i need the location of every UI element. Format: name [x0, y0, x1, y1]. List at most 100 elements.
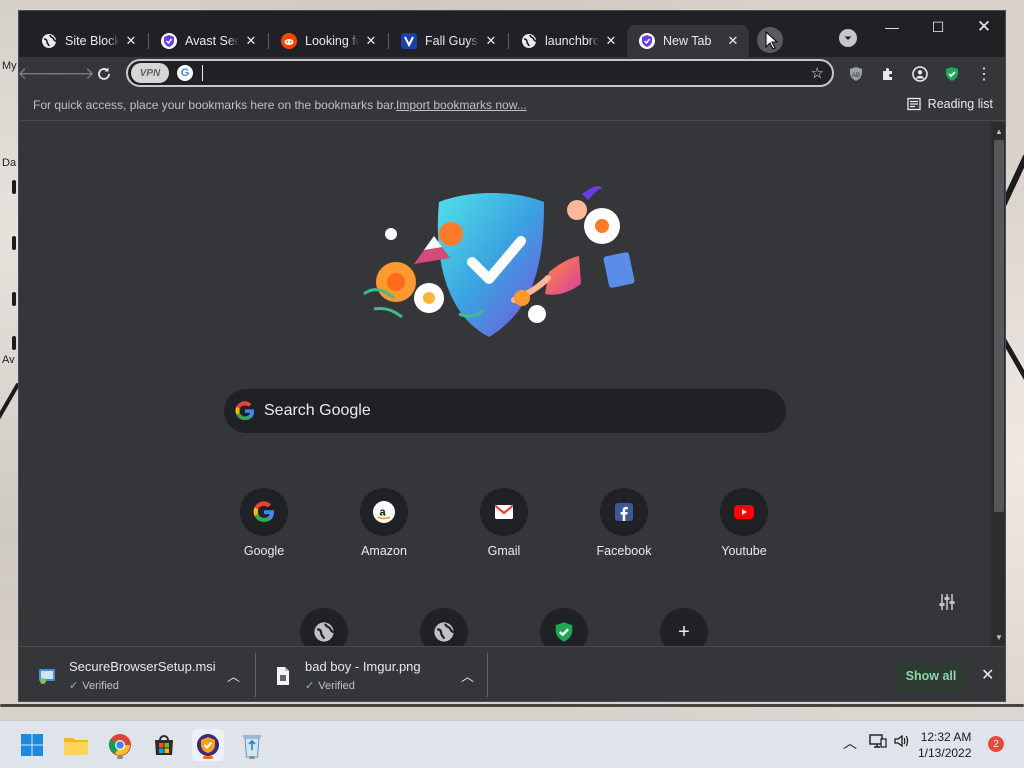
- address-bar[interactable]: VPN G ☆: [126, 59, 834, 87]
- shortcut-google[interactable]: Google: [216, 488, 312, 558]
- tab-title: Looking for: [305, 34, 359, 48]
- extensions-puzzle-icon[interactable]: [877, 63, 899, 85]
- minimize-button[interactable]: —: [869, 13, 915, 41]
- chevron-up-icon[interactable]: ︿: [227, 666, 240, 685]
- reading-list-button[interactable]: Reading list: [907, 97, 993, 111]
- show-all-downloads-button[interactable]: Show all: [895, 662, 967, 690]
- network-icon[interactable]: [869, 733, 887, 752]
- shortcut-gmail[interactable]: Gmail: [456, 488, 552, 558]
- globe-icon: [314, 622, 334, 642]
- volume-icon[interactable]: [893, 733, 909, 752]
- chevron-up-icon[interactable]: ︿: [843, 733, 857, 753]
- shortcut-label: Youtube: [721, 544, 767, 558]
- gmail-icon: [494, 505, 514, 519]
- tab-site-blocker[interactable]: Site Blocker ✕: [29, 25, 147, 57]
- desktop-icon-label[interactable]: My: [2, 60, 17, 72]
- tab-avast-secure[interactable]: Avast Secure ✕: [149, 25, 267, 57]
- chevron-up-icon[interactable]: ︿: [461, 666, 474, 685]
- chrome-taskbar-button[interactable]: [104, 729, 136, 761]
- scroll-down-icon[interactable]: ▼: [991, 630, 1005, 644]
- google-icon: [253, 501, 274, 523]
- start-icon: [21, 734, 43, 756]
- chevron-down-icon: [844, 36, 852, 40]
- download-item[interactable]: bad boy - Imgur.png ✓ Verified ︿: [273, 647, 483, 701]
- google-icon: G: [177, 65, 193, 81]
- close-icon[interactable]: ✕: [123, 33, 139, 49]
- close-icon[interactable]: ✕: [243, 33, 259, 49]
- add-shortcut-icon: +: [678, 620, 690, 643]
- avast-shield-icon[interactable]: [941, 63, 963, 85]
- shortcut-site[interactable]: [420, 608, 468, 646]
- forward-button[interactable]: 🡒: [49, 61, 95, 87]
- add-shortcut-button[interactable]: +: [660, 608, 708, 646]
- shortcut-label: Facebook: [596, 544, 652, 558]
- file-explorer-icon: [64, 738, 88, 755]
- close-icon[interactable]: ✕: [363, 33, 379, 49]
- avast-shield-icon: [555, 622, 573, 642]
- close-icon[interactable]: ✕: [603, 33, 619, 49]
- close-icon[interactable]: ✕: [725, 33, 741, 49]
- download-filename: bad boy - Imgur.png: [305, 659, 421, 674]
- notification-badge[interactable]: 2: [988, 736, 1004, 752]
- tab-title: New Tab: [663, 34, 712, 48]
- browser-window: Site Blocker ✕ Avast Secure ✕ Looking fo…: [18, 10, 1006, 702]
- tab-new-tab[interactable]: New Tab ✕: [627, 25, 749, 57]
- download-shelf: SecureBrowserSetup.msi ✓ Verified ︿ bad …: [19, 646, 1005, 701]
- download-status: ✓ Verified: [305, 679, 355, 693]
- desktop-icon-label[interactable]: Da: [2, 157, 16, 169]
- recycle-bin-icon: [243, 735, 261, 758]
- tab-reddit[interactable]: Looking for ✕: [269, 25, 387, 57]
- tab-title: Fall Guys: Ultimate: [425, 34, 479, 48]
- system-clock[interactable]: 12:32 AM 1/13/2022: [918, 729, 971, 761]
- microsoft-store-button[interactable]: [148, 729, 180, 761]
- tab-strip: Site Blocker ✕ Avast Secure ✕ Looking fo…: [19, 11, 1005, 57]
- adblock-extension-icon[interactable]: AB: [845, 63, 867, 85]
- tab-search-button[interactable]: [839, 29, 857, 47]
- tab-fall-guys[interactable]: Fall Guys: Ultimate ✕: [389, 25, 507, 57]
- tab-launchbrowser[interactable]: launchbrowser ✕: [509, 25, 627, 57]
- shortcut-youtube[interactable]: Youtube: [696, 488, 792, 558]
- start-button[interactable]: [16, 729, 48, 761]
- chrome-icon: [108, 734, 131, 756]
- bookmark-star-icon[interactable]: ☆: [811, 64, 824, 82]
- mouse-cursor-icon: [765, 31, 779, 50]
- shortcut-facebook[interactable]: Facebook: [576, 488, 672, 558]
- close-icon[interactable]: ✕: [981, 665, 994, 685]
- desktop-icon-label[interactable]: Av: [2, 354, 15, 366]
- reading-list-label: Reading list: [927, 97, 993, 111]
- avast-secure-browser-icon: [639, 33, 655, 49]
- check-icon: ✓: [305, 680, 315, 692]
- tab-title: launchbrowser: [545, 34, 599, 48]
- file-explorer-button[interactable]: [60, 729, 92, 761]
- bookmarks-hint: For quick access, place your bookmarks h…: [33, 98, 397, 112]
- avast-browser-taskbar-button[interactable]: [192, 729, 224, 761]
- reload-icon: [98, 67, 110, 80]
- shortcut-amazon[interactable]: a Amazon: [336, 488, 432, 558]
- facebook-icon: [615, 503, 633, 521]
- download-filename: SecureBrowserSetup.msi: [69, 659, 216, 674]
- maximize-button[interactable]: ☐: [915, 13, 961, 41]
- close-icon[interactable]: ✕: [483, 33, 499, 49]
- scrollbar-thumb[interactable]: [994, 140, 1004, 512]
- search-google-box[interactable]: Search Google: [224, 389, 786, 433]
- shortcut-site[interactable]: [300, 608, 348, 646]
- recycle-bin-button[interactable]: [236, 729, 268, 761]
- vpn-button[interactable]: VPN: [131, 63, 169, 83]
- download-item[interactable]: SecureBrowserSetup.msi ✓ Verified ︿: [37, 647, 247, 701]
- menu-kebab-icon[interactable]: ⋮: [973, 63, 995, 85]
- taskbar: ︿ 12:32 AM 1/13/2022 2: [0, 720, 1024, 768]
- shortcut-avast[interactable]: [540, 608, 588, 646]
- svg-text:a: a: [380, 507, 387, 519]
- amazon-icon: a: [373, 501, 395, 523]
- page-scrollbar[interactable]: ▲ ▼: [991, 122, 1005, 646]
- profile-icon[interactable]: [909, 63, 931, 85]
- import-bookmarks-link[interactable]: Import bookmarks now...: [396, 98, 527, 112]
- scroll-up-icon[interactable]: ▲: [991, 124, 1005, 138]
- close-window-button[interactable]: ✕: [961, 13, 1005, 41]
- omnibox-input[interactable]: [200, 63, 800, 83]
- globe-icon: [521, 33, 537, 49]
- reload-button[interactable]: [91, 61, 117, 87]
- customize-sliders-icon[interactable]: [937, 592, 957, 617]
- clock-date: 1/13/2022: [918, 746, 972, 760]
- search-placeholder: Search Google: [264, 402, 371, 419]
